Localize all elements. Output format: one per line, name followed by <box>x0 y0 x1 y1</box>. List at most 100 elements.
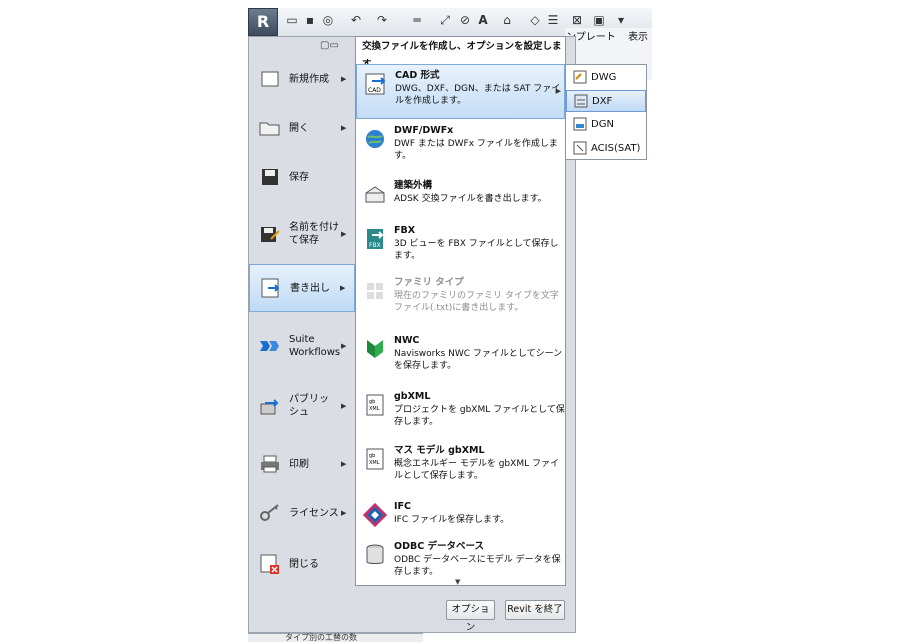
submenu-item-label: DXF <box>592 95 613 107</box>
license-key-icon <box>259 502 281 524</box>
export-item-cad-format[interactable]: CAD CAD 形式 DWG、DXF、DGN、または SAT ファイルを作成します。… <box>356 64 565 119</box>
chevron-right-icon: ▶ <box>341 342 347 350</box>
text-icon[interactable]: A <box>476 12 490 28</box>
export-item-fbx[interactable]: FBX FBX 3D ビューを FBX ファイルとして保存します。 <box>356 220 565 270</box>
menu-item-label: ライセンス <box>289 507 339 519</box>
submenu-item-dxf[interactable]: DXF <box>566 90 646 112</box>
menu-item-print[interactable]: 印刷 ▶ <box>249 440 355 488</box>
menu-item-close-file[interactable]: 閉じる <box>249 540 355 588</box>
gbxml-icon: gb XML <box>362 392 388 418</box>
cad-format-icon: CAD <box>363 71 389 97</box>
export-icon <box>260 277 282 299</box>
sync-icon[interactable]: ◎ <box>321 12 335 28</box>
export-item-description: Navisworks NWC ファイルとしてシーンを保存します。 <box>394 349 563 371</box>
svg-text:gb: gb <box>369 399 375 405</box>
save-as-icon <box>259 223 281 245</box>
svg-text:FBX: FBX <box>369 242 381 249</box>
print-icon <box>259 453 281 475</box>
publish-icon <box>259 395 281 417</box>
switch-windows-icon[interactable]: ▣ <box>592 12 606 28</box>
menu-item-label: 開く <box>289 122 309 134</box>
open-folder-icon <box>259 117 281 139</box>
scroll-down-icon[interactable]: ▼ <box>455 578 460 586</box>
menu-item-open-folder[interactable]: 開く ▶ <box>249 104 355 152</box>
export-item-building-site[interactable]: 建築外構 ADSK 交換ファイルを書き出します。 <box>356 175 565 217</box>
menu-item-label: 印刷 <box>289 458 309 470</box>
close-file-icon <box>259 553 281 575</box>
export-item-ifc[interactable]: IFC IFC ファイルを保存します。 <box>356 496 565 534</box>
section-icon[interactable]: ◇ <box>528 12 542 28</box>
application-menu-button[interactable]: R <box>248 8 278 36</box>
export-item-title: 建築外構 <box>394 180 433 191</box>
export-item-description: ADSK 交換ファイルを書き出します。 <box>394 194 547 204</box>
menu-item-label: 保存 <box>289 171 309 183</box>
menu-item-save-as[interactable]: 名前を付け て保存 ▶ <box>249 210 355 258</box>
dwg-icon <box>573 70 587 84</box>
exit-revit-button[interactable]: Revit を終了 <box>505 600 565 620</box>
menu-item-label: 書き出し <box>290 282 330 294</box>
export-item-title: CAD 形式 <box>395 70 440 81</box>
mass-model-gbxml-icon: gb XML <box>362 446 388 472</box>
menu-item-label: 名前を付け て保存 <box>289 222 339 246</box>
export-item-navisworks[interactable]: NWC Navisworks NWC ファイルとしてシーンを保存します。 <box>356 330 565 382</box>
3d-view-icon[interactable]: ⌂ <box>500 12 514 28</box>
chevron-right-icon: ▶ <box>340 284 346 292</box>
export-item-dwf-globe[interactable]: DWF/DWFx DWF または DWFx ファイルを作成します。 <box>356 120 565 172</box>
ifc-icon <box>362 502 388 528</box>
save-icon[interactable]: ▪ <box>303 12 317 28</box>
measure-icon[interactable]: ═ <box>410 12 424 28</box>
export-item-title: NWC <box>394 335 420 346</box>
submenu-item-label: DWG <box>591 71 617 83</box>
chevron-right-icon: ▶ <box>555 87 561 95</box>
flyout-header: 交換ファイルを作成し、オプションを設定します。 <box>362 41 562 70</box>
dwf-globe-icon <box>362 126 388 152</box>
tag-icon[interactable]: ⊘ <box>458 12 472 28</box>
menu-item-license-key[interactable]: ライセンス ▶ <box>249 489 355 537</box>
options-button[interactable]: オプション <box>446 600 495 633</box>
database-icon <box>362 542 388 568</box>
export-item-description: 現在のファミリのファミリ タイプを文字ファイル(.txt)に書き出します。 <box>394 291 559 313</box>
new-file-icon <box>259 68 281 90</box>
dimension-icon[interactable]: ⤢ <box>438 12 452 28</box>
thin-lines-icon[interactable]: ☰ <box>546 12 560 28</box>
svg-text:CAD: CAD <box>368 87 381 94</box>
menu-item-export[interactable]: 書き出し ▶ <box>249 264 355 312</box>
building-site-icon <box>362 181 388 207</box>
menu-item-label: Suite Workflows <box>289 334 341 358</box>
svg-text:gb: gb <box>369 453 375 459</box>
close-hidden-icon[interactable]: ⊠ <box>570 12 584 28</box>
redo-icon[interactable]: ↷ <box>375 12 389 28</box>
export-item-title: ファミリ タイプ <box>394 277 464 288</box>
menu-item-publish[interactable]: パブリッ シュ ▶ <box>249 382 355 430</box>
submenu-item-dwg[interactable]: DWG <box>566 66 646 88</box>
menu-item-suite-workflows[interactable]: Suite Workflows ▶ <box>249 322 355 370</box>
submenu-item-dgn[interactable]: DGN <box>566 113 646 135</box>
export-item-title: マス モデル gbXML <box>394 445 485 456</box>
properties-text: タイプ別の工替の数 <box>285 633 357 642</box>
submenu-item-label: ACIS(SAT) <box>591 142 641 154</box>
menu-item-label: 新規作成 <box>289 73 329 85</box>
export-item-database[interactable]: ODBC データベース ODBC データベースにモデル データを保存します。 <box>356 536 565 582</box>
export-item-description: 3D ビューを FBX ファイルとして保存します。 <box>394 239 559 261</box>
export-item-description: DWG、DXF、DGN、または SAT ファイルを作成します。 <box>395 84 561 106</box>
tab-view[interactable]: 表示 <box>628 28 648 43</box>
export-item-title: DWF/DWFx <box>394 125 454 136</box>
chevron-right-icon: ▶ <box>341 460 347 468</box>
export-item-description: DWF または DWFx ファイルを作成します。 <box>394 139 558 161</box>
menu-item-save[interactable]: 保存 <box>249 153 355 201</box>
chevron-right-icon: ▶ <box>341 75 347 83</box>
menu-item-new-file[interactable]: 新規作成 ▶ <box>249 55 355 103</box>
recent-documents-icon[interactable]: ▢▭ <box>320 40 339 51</box>
undo-icon[interactable]: ↶ <box>349 12 363 28</box>
export-item-title: ODBC データベース <box>394 541 485 552</box>
open-icon[interactable]: ▭ <box>285 12 299 28</box>
submenu-item-label: DGN <box>591 118 614 130</box>
acis-sat-icon <box>573 141 587 155</box>
export-item-mass-model-gbxml[interactable]: gb XML マス モデル gbXML 概念エネルギー モデルを gbXML ファイル… <box>356 440 565 492</box>
customize-toolbar-icon[interactable]: ▾ <box>614 12 628 28</box>
dxf-icon <box>574 94 588 108</box>
chevron-right-icon: ▶ <box>341 230 347 238</box>
submenu-item-acis-sat[interactable]: ACIS(SAT) <box>566 137 646 159</box>
navisworks-icon <box>362 336 388 362</box>
export-item-gbxml[interactable]: gb XML gbXML プロジェクトを gbXML ファイルとして保存します。 <box>356 386 565 438</box>
